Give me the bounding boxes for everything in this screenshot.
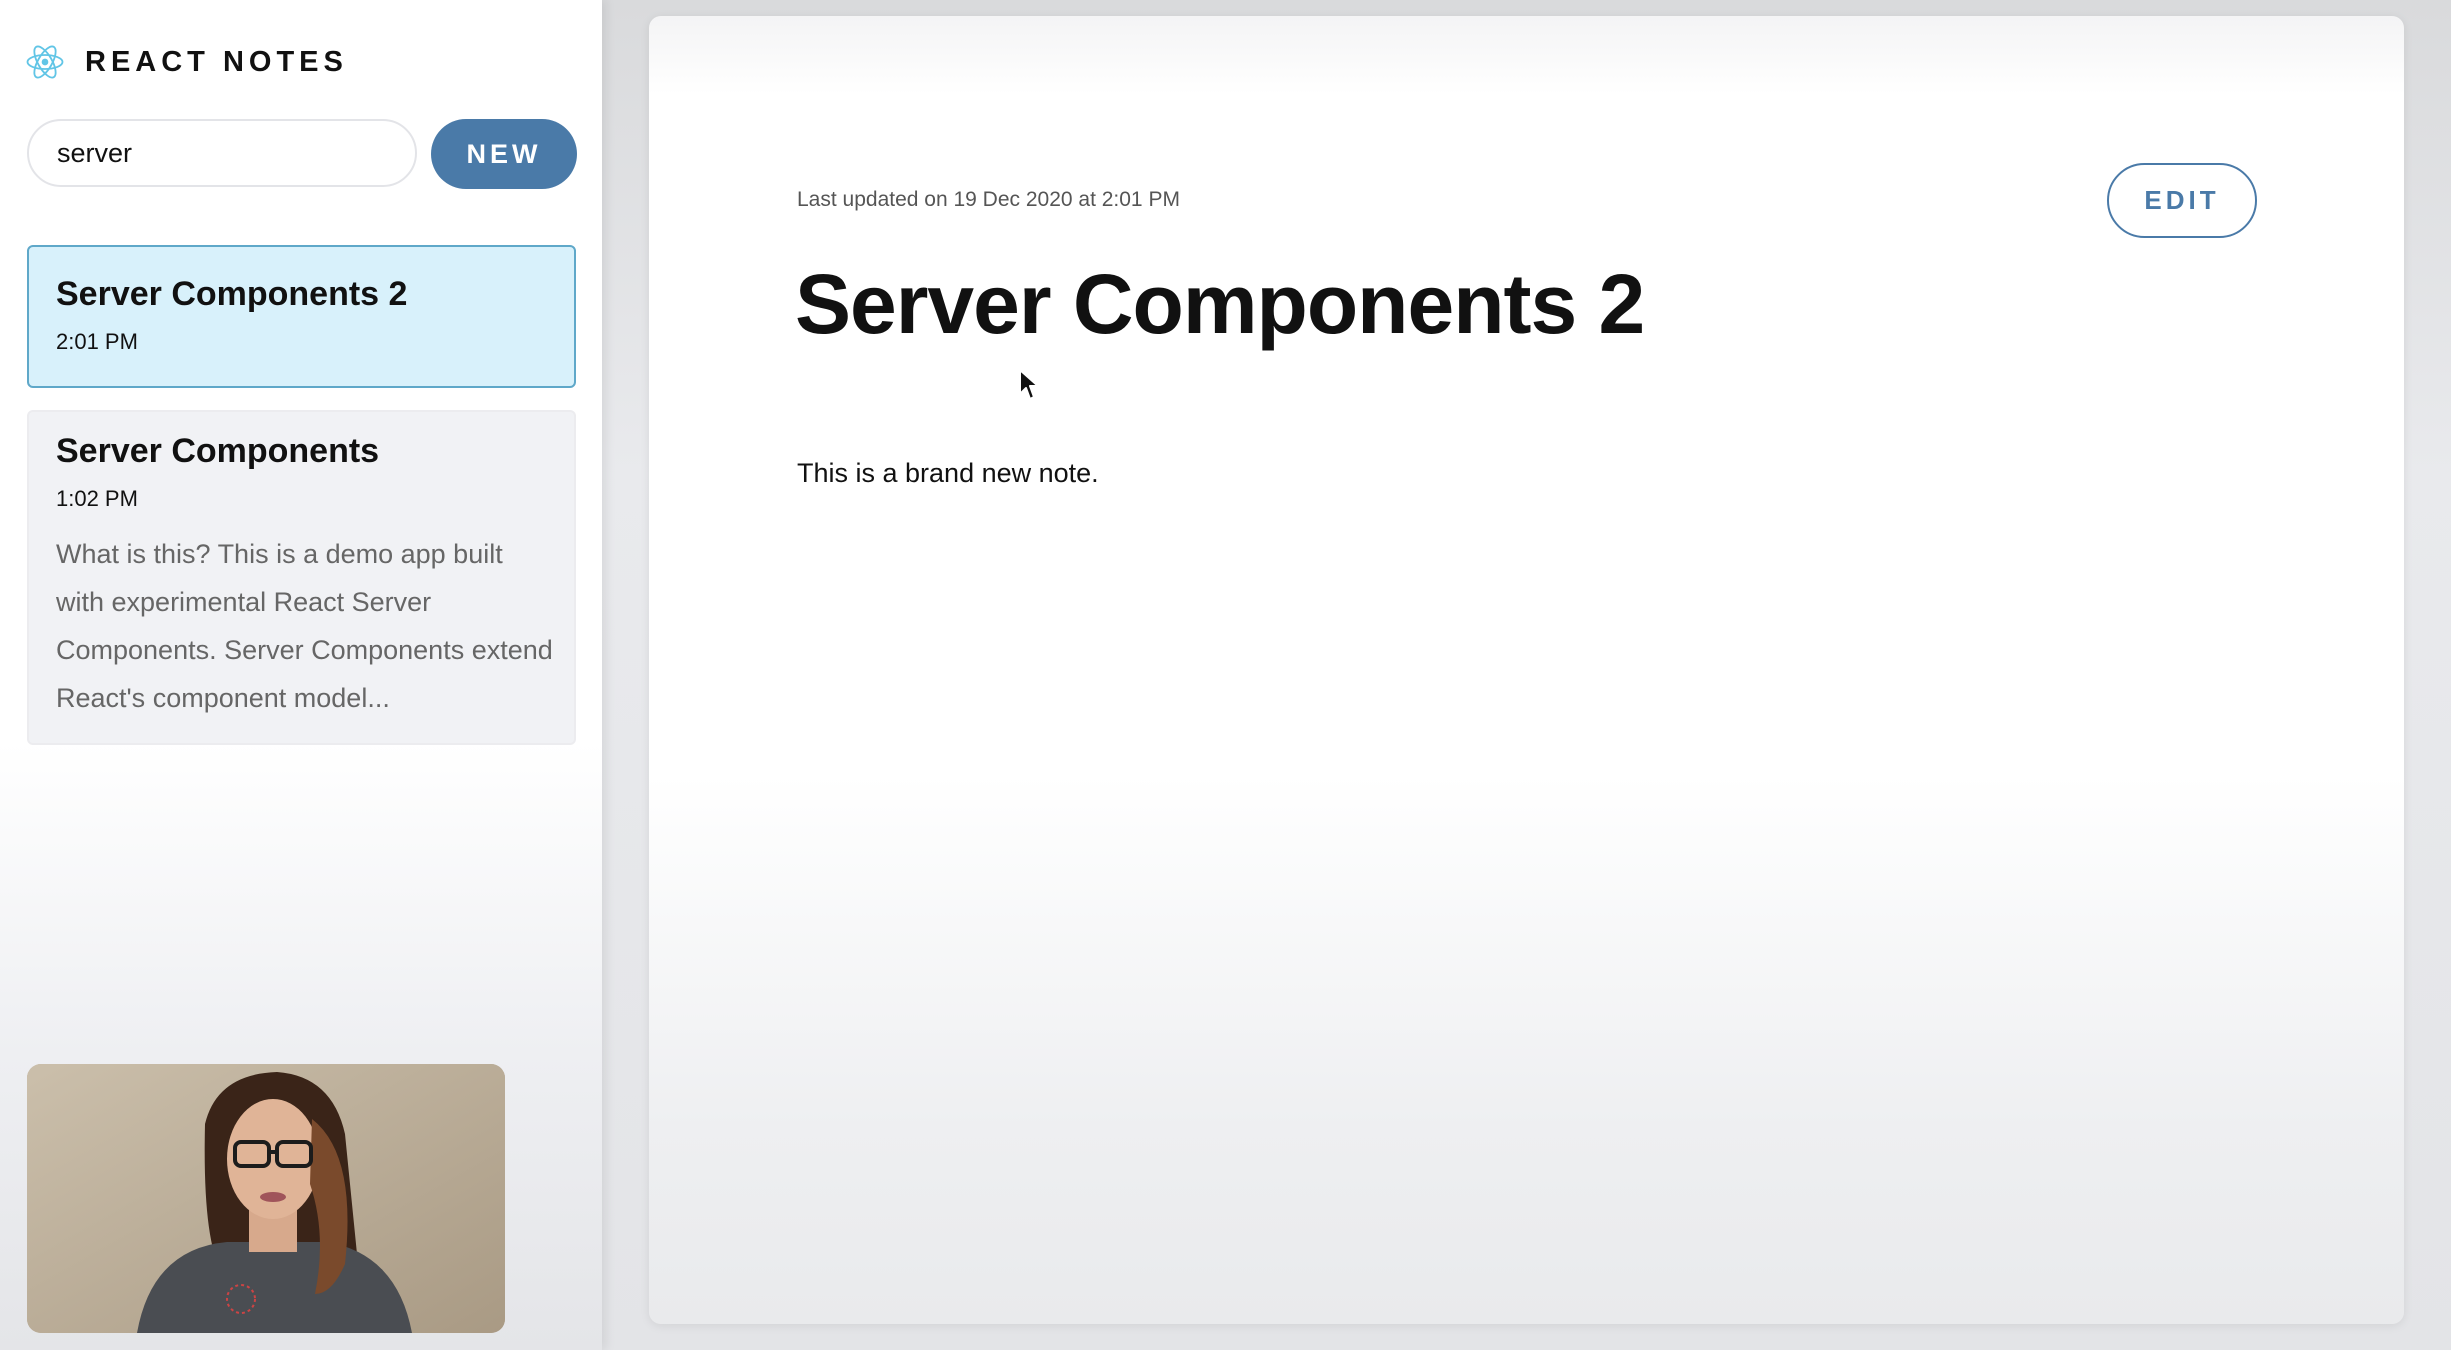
webcam-video <box>27 1064 505 1333</box>
note-viewer: Last updated on 19 Dec 2020 at 2:01 PM E… <box>649 16 2404 1324</box>
brand: REACT NOTES <box>25 42 348 82</box>
note-item-server-components-2[interactable]: Server Components 2 2:01 PM <box>27 245 576 388</box>
last-updated-text: Last updated on 19 Dec 2020 at 2:01 PM <box>797 188 1180 211</box>
note-item-title: Server Components 2 <box>56 275 408 313</box>
app-title: REACT NOTES <box>85 45 348 78</box>
new-note-button[interactable]: NEW <box>431 119 577 189</box>
react-logo-icon <box>25 42 65 82</box>
mouse-cursor-icon <box>1018 368 1040 407</box>
note-item-server-components[interactable]: Server Components 1:02 PM What is this? … <box>27 410 576 745</box>
note-title: Server Components 2 <box>795 257 1645 351</box>
note-item-excerpt: What is this? This is a demo app built w… <box>56 539 553 713</box>
note-item-title: Server Components <box>56 432 380 470</box>
note-item-time: 1:02 PM <box>56 486 138 511</box>
search-input[interactable] <box>27 119 417 187</box>
note-item-time: 2:01 PM <box>56 329 138 354</box>
sidebar: REACT NOTES NEW Server Components 2 2:01… <box>0 0 602 1350</box>
edit-button[interactable]: EDIT <box>2107 163 2257 238</box>
app-window: REACT NOTES NEW Server Components 2 2:01… <box>0 0 2451 1350</box>
note-body: This is a brand new note. <box>797 458 1099 488</box>
